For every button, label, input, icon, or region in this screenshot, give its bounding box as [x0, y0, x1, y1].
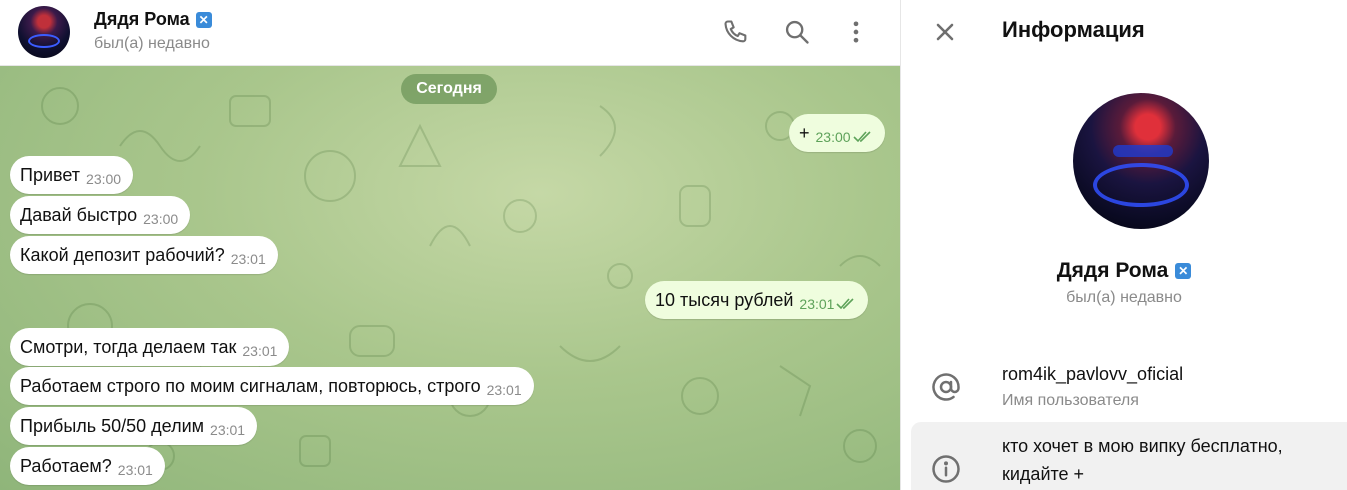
message-text: Прибыль 50/50 делим	[20, 416, 205, 436]
message-bubble-incoming[interactable]: Какой депозит рабочий? 23:01	[10, 236, 278, 274]
message-bubble-incoming[interactable]: Привет 23:00	[10, 156, 134, 194]
message-time: 23:01	[117, 462, 153, 478]
verified-badge-icon: ✕	[1175, 263, 1192, 279]
profile-info-panel: Информация Дядя Рома ✕ был(а) недавно ro…	[900, 0, 1347, 490]
message-bubble-incoming[interactable]: Смотри, тогда делаем так 23:01	[10, 328, 290, 366]
message-text: 10 тысяч рублей	[655, 290, 794, 310]
message-list[interactable]: Сегодня +23:00 Привет 23:00 Давай быстро 2…	[0, 66, 900, 490]
message-time: 23:01	[486, 382, 522, 398]
avatar-detail	[1093, 163, 1189, 207]
chat-title-row: Дядя Рома ✕	[94, 9, 212, 30]
message-time: 23:00	[143, 211, 179, 227]
chat-header[interactable]: Дядя Рома ✕ был(а) недавно	[0, 0, 900, 66]
panel-title: Информация	[1002, 17, 1145, 42]
chat-panel: Дядя Рома ✕ был(а) недавно Сегодня + 23:…	[0, 0, 900, 490]
username-caption: Имя пользователя	[1002, 392, 1139, 409]
avatar-detail	[1113, 145, 1173, 157]
message-time: 23:00	[86, 171, 122, 187]
avatar[interactable]	[18, 6, 70, 58]
bio-row[interactable]: кто хочет в мою випку бесплатно, кидайте…	[911, 422, 1347, 490]
message-bubble-incoming[interactable]: Прибыль 50/50 делим 23:01	[10, 407, 258, 445]
info-icon	[931, 454, 961, 484]
message-time: 23:00	[815, 129, 851, 145]
message-text: Привет	[20, 165, 81, 185]
message-time: 23:01	[230, 251, 266, 267]
bio-text: кто хочет в мою випку бесплатно, кидайте…	[1002, 432, 1332, 488]
message-bubble-outgoing[interactable]: 10 тысяч рублей 23:01	[645, 281, 869, 319]
message-text: Смотри, тогда делаем так	[20, 337, 237, 357]
profile-name-row: Дядя Рома ✕	[901, 259, 1347, 283]
message-bubble-incoming[interactable]: Работаем? 23:01	[10, 447, 165, 485]
message-text: Какой депозит рабочий?	[20, 245, 225, 265]
message-bubble-incoming[interactable]: Работаем строго по моим сигналам, повтор…	[10, 367, 534, 405]
at-sign-icon	[931, 372, 961, 402]
message-bubble-incoming[interactable]: Давай быстро 23:00	[10, 196, 191, 234]
message-text: Давай быстро	[20, 205, 138, 225]
double-check-icon	[852, 118, 873, 156]
message-text: +	[799, 123, 810, 143]
chat-status: был(а) недавно	[94, 35, 210, 52]
username-value[interactable]: rom4ik_pavlovv_oficial	[1002, 364, 1183, 385]
search-icon[interactable]	[783, 18, 811, 46]
chat-title[interactable]: Дядя Рома	[94, 9, 190, 30]
bio-line: кто хочет в мою випку бесплатно,	[1002, 436, 1283, 456]
verified-badge-icon: ✕	[195, 11, 212, 28]
more-vertical-icon[interactable]	[842, 18, 870, 46]
profile-name: Дядя Рома	[1056, 259, 1169, 282]
profile-avatar[interactable]	[1073, 93, 1209, 229]
bio-line: кидайте +	[1002, 464, 1085, 484]
message-time: 23:01	[242, 343, 278, 359]
message-text: Работаем строго по моим сигналам, повтор…	[20, 376, 481, 396]
message-bubble-outgoing[interactable]: +23:00	[789, 114, 885, 152]
message-time: 23:01	[210, 422, 246, 438]
message-text: Работаем?	[20, 456, 112, 476]
message-time: 23:01	[799, 296, 835, 312]
close-icon[interactable]	[931, 18, 959, 46]
profile-status: был(а) недавно	[1066, 289, 1182, 306]
date-separator: Сегодня	[401, 74, 497, 104]
phone-icon[interactable]	[722, 18, 750, 46]
double-check-icon	[836, 285, 856, 323]
